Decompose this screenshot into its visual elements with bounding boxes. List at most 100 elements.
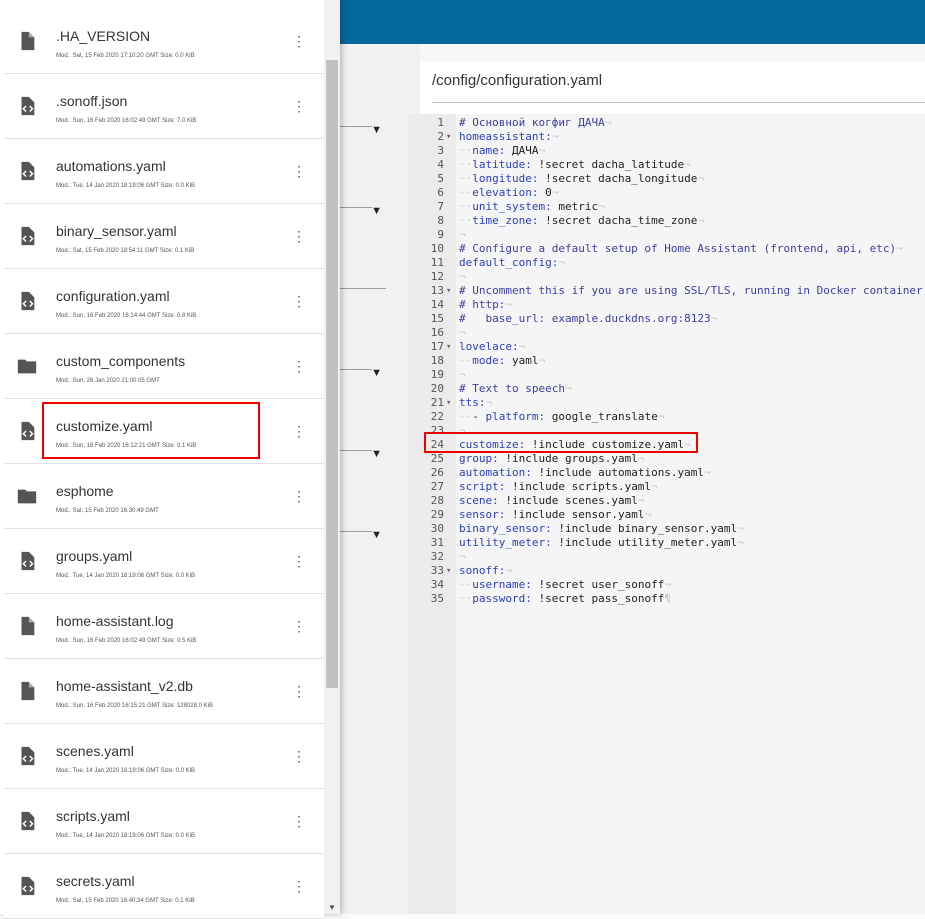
code-line[interactable]: 18 ··mode: yaml¬: [408, 354, 925, 368]
code-text: ¬: [459, 368, 466, 381]
code-line[interactable]: 19 ¬: [408, 368, 925, 382]
scroll-down-icon[interactable]: ▼: [328, 903, 336, 912]
code-line[interactable]: 32 ¬: [408, 550, 925, 564]
file-row[interactable]: scripts.yaml Mod.: Tue, 14 Jan 2020 18:19…: [4, 789, 324, 854]
code-line[interactable]: 4 ··latitude: !secret dacha_latitude¬: [408, 158, 925, 172]
fold-toggle-icon[interactable]: ▾: [446, 396, 451, 410]
code-line[interactable]: 5 ··longitude: !secret dacha_longitude¬: [408, 172, 925, 186]
file-row[interactable]: esphome Mod.: Sat, 15 Feb 2020 16:30:49 G…: [4, 464, 324, 529]
code-file-icon: [16, 550, 38, 572]
code-line[interactable]: 7 ··unit_system: metric¬: [408, 200, 925, 214]
fold-toggle-icon[interactable]: ▾: [446, 130, 451, 144]
code-line[interactable]: 10 # Configure a default setup of Home As…: [408, 242, 925, 256]
code-line[interactable]: 16 ¬: [408, 326, 925, 340]
file-meta: Mod.: Tue, 14 Jan 2020 18:19:06 GMT Size…: [56, 833, 195, 839]
file-meta: Mod.: Sun, 16 Feb 2020 16:02:49 GMT Size…: [56, 638, 197, 644]
file-row[interactable]: binary_sensor.yaml Mod.: Sat, 15 Feb 2020…: [4, 204, 324, 269]
code-line[interactable]: 31 utility_meter: !include utility_meter.…: [408, 536, 925, 550]
more-vert-icon[interactable]: ⋮: [292, 551, 306, 571]
file-meta: Mod.: Sat, 15 Feb 2020 16:30:49 GMT: [56, 508, 159, 514]
code-text: ··time_zone: !secret dacha_time_zone¬: [459, 214, 705, 227]
code-line[interactable]: 29 sensor: !include sensor.yaml¬: [408, 508, 925, 522]
code-text: ··name: ДАЧА¬: [459, 144, 546, 157]
more-vert-icon[interactable]: ⋮: [292, 811, 306, 831]
file-row[interactable]: .sonoff.json Mod.: Sun, 16 Feb 2020 16:02…: [4, 74, 324, 139]
more-vert-icon[interactable]: ⋮: [292, 96, 306, 116]
code-line[interactable]: 20 # Text to speech¬: [408, 382, 925, 396]
code-line[interactable]: 8 ··time_zone: !secret dacha_time_zone¬: [408, 214, 925, 228]
code-line[interactable]: 2 ▾ homeassistant:¬: [408, 130, 925, 144]
file-row[interactable]: .HA_VERSION Mod.: Sat, 15 Feb 2020 17:10:…: [4, 9, 324, 74]
code-line[interactable]: 27 script: !include scripts.yaml¬: [408, 480, 925, 494]
more-vert-icon[interactable]: ⋮: [292, 161, 306, 181]
dropdown-3[interactable]: ▼: [340, 367, 382, 379]
dropdown-arrow-icon: ▼: [371, 367, 382, 379]
file-row[interactable]: secrets.yaml Mod.: Sat, 15 Feb 2020 16:40…: [4, 854, 324, 919]
more-vert-icon[interactable]: ⋮: [292, 876, 306, 896]
code-file-icon: [16, 875, 38, 897]
more-vert-icon[interactable]: ⋮: [292, 226, 306, 246]
code-line[interactable]: 15 # base_url: example.duckdns.org:8123¬: [408, 312, 925, 326]
code-line[interactable]: 3 ··name: ДАЧА¬: [408, 144, 925, 158]
code-line[interactable]: 35 ··password: !secret pass_sonoff¶: [408, 592, 925, 606]
fold-toggle-icon[interactable]: ▾: [446, 340, 451, 354]
file-name: scenes.yaml: [56, 743, 134, 759]
more-vert-icon[interactable]: ⋮: [292, 31, 306, 51]
dropdown-4[interactable]: ▼: [340, 448, 382, 460]
file-row[interactable]: home-assistant.log Mod.: Sun, 16 Feb 2020…: [4, 594, 324, 659]
code-text: homeassistant:¬: [459, 130, 559, 143]
dropdown-2[interactable]: ▼: [340, 205, 382, 217]
code-line[interactable]: 28 scene: !include scenes.yaml¬: [408, 494, 925, 508]
file-row[interactable]: automations.yaml Mod.: Tue, 14 Jan 2020 1…: [4, 139, 324, 204]
code-text: sonoff:¬: [459, 564, 512, 577]
file-row[interactable]: configuration.yaml Mod.: Sun, 16 Feb 2020…: [4, 269, 324, 334]
more-vert-icon[interactable]: ⋮: [292, 616, 306, 636]
code-line[interactable]: 22 ··- platform: google_translate¬: [408, 410, 925, 424]
code-line[interactable]: 21 ▾ tts:¬: [408, 396, 925, 410]
code-line[interactable]: 30 binary_sensor: !include binary_sensor.…: [408, 522, 925, 536]
code-line[interactable]: 12 ¬: [408, 270, 925, 284]
file-row[interactable]: groups.yaml Mod.: Tue, 14 Jan 2020 18:19:…: [4, 529, 324, 594]
code-line[interactable]: 34 ··username: !secret user_sonoff¬: [408, 578, 925, 592]
fold-toggle-icon[interactable]: ▾: [446, 284, 451, 298]
code-line[interactable]: 14 # http:¬: [408, 298, 925, 312]
code-line[interactable]: 26 automation: !include automations.yaml¬: [408, 466, 925, 480]
more-vert-icon[interactable]: ⋮: [292, 356, 306, 376]
more-vert-icon[interactable]: ⋮: [292, 421, 306, 441]
line-number: 3: [437, 144, 444, 157]
file-name: .HA_VERSION: [56, 28, 151, 44]
file-name: configuration.yaml: [56, 288, 170, 304]
file-row[interactable]: scenes.yaml Mod.: Tue, 14 Jan 2020 18:19:…: [4, 724, 324, 789]
more-vert-icon[interactable]: ⋮: [292, 486, 306, 506]
scrollbar-thumb[interactable]: [326, 60, 338, 688]
dropdown-5[interactable]: ▼: [340, 529, 382, 541]
fold-toggle-icon[interactable]: ▾: [446, 564, 451, 578]
more-vert-icon[interactable]: ⋮: [292, 681, 306, 701]
file-row[interactable]: home-assistant_v2.db Mod.: Sun, 16 Feb 20…: [4, 659, 324, 724]
code-text: # Основной когфиг ДАЧА¬: [459, 116, 612, 129]
file-name: automations.yaml: [56, 158, 166, 174]
code-line[interactable]: 1 # Основной когфиг ДАЧА¬: [408, 116, 925, 130]
code-editor[interactable]: 1 # Основной когфиг ДАЧА¬ 2 ▾ homeassistant:…: [408, 114, 925, 914]
code-line[interactable]: 13 ▾ # Uncomment this if you are using SSL…: [408, 284, 925, 298]
code-line[interactable]: 17 ▾ lovelace:¬: [408, 340, 925, 354]
more-vert-icon[interactable]: ⋮: [292, 746, 306, 766]
code-text: ¬: [459, 326, 466, 339]
line-number: 6: [437, 186, 444, 199]
code-line[interactable]: 33 ▾ sonoff:¬: [408, 564, 925, 578]
code-line[interactable]: 9 ¬: [408, 228, 925, 242]
code-line[interactable]: 11 default_config:¬: [408, 256, 925, 270]
more-vert-icon[interactable]: ⋮: [292, 291, 306, 311]
file-name: binary_sensor.yaml: [56, 223, 177, 239]
code-text: ¬: [459, 270, 466, 283]
line-number: 21: [430, 396, 444, 409]
code-line[interactable]: 6 ··elevation: 0¬: [408, 186, 925, 200]
code-text: ··- platform: google_translate¬: [459, 410, 665, 423]
code-text: ¬: [459, 228, 466, 241]
file-row[interactable]: custom_components Mod.: Sun, 26 Jan 2020 …: [4, 334, 324, 399]
line-number: 35: [430, 592, 444, 605]
file-name: home-assistant.log: [56, 613, 174, 629]
dropdown-1[interactable]: ▼: [340, 124, 382, 136]
line-number: 34: [430, 578, 444, 591]
code-line[interactable]: 25 group: !include groups.yaml¬: [408, 452, 925, 466]
